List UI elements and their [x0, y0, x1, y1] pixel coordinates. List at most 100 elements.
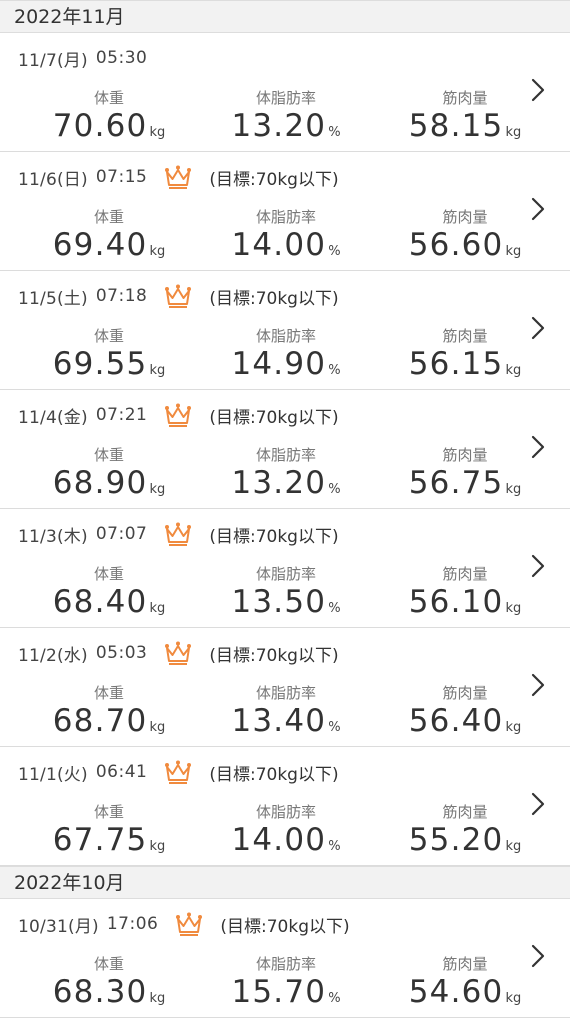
muscle-unit: kg: [505, 720, 522, 735]
muscle-value-row: 54.60 kg: [403, 974, 527, 1017]
entry-header: 10/31(月) 17:06 (目標:70kg以下): [18, 909, 350, 939]
weight-unit: kg: [149, 244, 166, 259]
entry-header: 11/4(金) 07:21 (目標:70kg以下): [18, 400, 339, 430]
muscle-label: 筋肉量: [442, 955, 488, 973]
month-header: 2022年10月: [0, 866, 570, 899]
muscle-value-row: 56.60 kg: [403, 227, 527, 270]
muscle-metric: 筋肉量 56.15 kg: [403, 327, 527, 389]
body-fat-value-row: 13.20%: [228, 465, 344, 508]
weight-metric: 体重 68.30 kg: [44, 955, 174, 1017]
entry-time: 07:18: [95, 286, 148, 306]
body-fat-label: 体脂肪率: [255, 327, 316, 345]
body-fat-metric: 体脂肪率 13.40%: [228, 684, 344, 746]
chevron-right-icon[interactable]: [530, 196, 546, 222]
body-fat-value: 14.00: [231, 227, 327, 263]
goal-note: (目標:70kg以下): [209, 169, 339, 190]
goal-note: (目標:70kg以下): [209, 764, 339, 785]
chevron-right-icon[interactable]: [530, 553, 546, 579]
entry-header: 11/3(木) 07:07 (目標:70kg以下): [18, 519, 339, 549]
entry-header: 11/2(水) 05:03 (目標:70kg以下): [18, 638, 339, 668]
entry-time: 06:41: [95, 762, 148, 782]
weight-metric: 体重 68.40 kg: [44, 565, 174, 627]
measurement-entry[interactable]: 11/5(土) 07:18 (目標:70kg以下) 体重 69.55 kg 体脂肪…: [0, 271, 570, 390]
measurement-entry[interactable]: 11/4(金) 07:21 (目標:70kg以下) 体重 68.90 kg 体脂肪…: [0, 390, 570, 509]
measurement-entry[interactable]: 11/7(月) 05:30 体重 70.60 kg 体脂肪率 13.20% 筋肉量…: [0, 33, 570, 152]
muscle-value: 56.40: [408, 703, 504, 739]
measurement-entry[interactable]: 11/1(火) 06:41 (目標:70kg以下) 体重 67.75 kg 体脂肪…: [0, 747, 570, 866]
entry-header: 11/1(火) 06:41 (目標:70kg以下): [18, 757, 339, 787]
weight-value-row: 68.30 kg: [44, 974, 174, 1017]
body-fat-value: 13.40: [231, 703, 327, 739]
weight-label: 体重: [93, 89, 124, 107]
weight-value-row: 69.55 kg: [44, 346, 174, 389]
muscle-value-row: 56.40 kg: [403, 703, 527, 746]
body-fat-unit: %: [328, 839, 341, 854]
weight-value-row: 69.40 kg: [44, 227, 174, 270]
goal-note: (目標:70kg以下): [220, 916, 350, 937]
body-fat-unit: %: [328, 482, 341, 497]
body-fat-metric: 体脂肪率 14.00%: [228, 208, 344, 270]
weight-unit: kg: [149, 482, 166, 497]
muscle-label: 筋肉量: [442, 684, 488, 702]
body-fat-unit: %: [328, 720, 341, 735]
body-fat-label: 体脂肪率: [255, 446, 316, 464]
chevron-right-icon[interactable]: [530, 943, 546, 969]
muscle-value-row: 56.15 kg: [403, 346, 527, 389]
body-fat-label: 体脂肪率: [255, 803, 316, 821]
muscle-value: 56.10: [408, 584, 504, 620]
entry-date: 11/5(土): [18, 288, 88, 309]
muscle-metric: 筋肉量 58.15 kg: [403, 89, 527, 151]
crown-icon: [165, 641, 192, 665]
goal-note: (目標:70kg以下): [209, 526, 339, 547]
muscle-value: 56.60: [408, 227, 504, 263]
body-fat-unit: %: [328, 363, 341, 378]
chevron-right-icon[interactable]: [530, 791, 546, 817]
entry-time: 05:03: [95, 643, 148, 663]
entry-header: 11/6(日) 07:15 (目標:70kg以下): [18, 162, 339, 192]
measurement-entry[interactable]: 10/31(月) 17:06 (目標:70kg以下) 体重 68.30 kg 体脂…: [0, 899, 570, 1018]
weight-unit: kg: [149, 125, 166, 140]
muscle-unit: kg: [505, 125, 522, 140]
weight-metric: 体重 70.60 kg: [44, 89, 174, 151]
body-fat-value-row: 13.20%: [228, 108, 344, 151]
body-fat-value-row: 14.00%: [228, 227, 344, 270]
weight-value-row: 70.60 kg: [44, 108, 174, 151]
crown-icon: [165, 522, 192, 546]
weight-label: 体重: [93, 208, 124, 226]
entry-date: 11/7(月): [18, 50, 88, 71]
chevron-right-icon[interactable]: [530, 315, 546, 341]
body-fat-label: 体脂肪率: [255, 684, 316, 702]
muscle-value-row: 55.20 kg: [403, 822, 527, 865]
body-fat-metric: 体脂肪率 14.90%: [228, 327, 344, 389]
chevron-right-icon[interactable]: [530, 434, 546, 460]
entry-time: 07:07: [95, 524, 148, 544]
body-fat-value: 15.70: [231, 974, 327, 1010]
muscle-unit: kg: [505, 839, 522, 854]
weight-value-row: 68.40 kg: [44, 584, 174, 627]
entry-date: 11/1(火): [18, 764, 88, 785]
entry-time: 07:15: [95, 167, 148, 187]
entry-date: 11/3(木): [18, 526, 88, 547]
muscle-metric: 筋肉量 56.10 kg: [403, 565, 527, 627]
body-fat-unit: %: [328, 244, 341, 259]
weight-unit: kg: [149, 720, 166, 735]
chevron-right-icon[interactable]: [530, 672, 546, 698]
entry-time: 07:21: [95, 405, 148, 425]
measurement-entry[interactable]: 11/6(日) 07:15 (目標:70kg以下) 体重 69.40 kg 体脂肪…: [0, 152, 570, 271]
body-fat-metric: 体脂肪率 14.00%: [228, 803, 344, 865]
measurement-entry[interactable]: 11/3(木) 07:07 (目標:70kg以下) 体重 68.40 kg 体脂肪…: [0, 509, 570, 628]
muscle-metric: 筋肉量 56.75 kg: [403, 446, 527, 508]
muscle-metric: 筋肉量 55.20 kg: [403, 803, 527, 865]
measurement-entry[interactable]: 11/2(水) 05:03 (目標:70kg以下) 体重 68.70 kg 体脂肪…: [0, 628, 570, 747]
muscle-unit: kg: [505, 244, 522, 259]
muscle-unit: kg: [505, 991, 522, 1006]
muscle-metric: 筋肉量 56.60 kg: [403, 208, 527, 270]
weight-unit: kg: [149, 363, 166, 378]
weight-value: 68.90: [52, 465, 148, 501]
weight-value: 67.75: [52, 822, 148, 858]
weight-value: 68.70: [52, 703, 148, 739]
muscle-value: 54.60: [408, 974, 504, 1010]
chevron-right-icon[interactable]: [530, 77, 546, 103]
weight-value: 69.55: [52, 346, 148, 382]
weight-value: 68.40: [52, 584, 148, 620]
